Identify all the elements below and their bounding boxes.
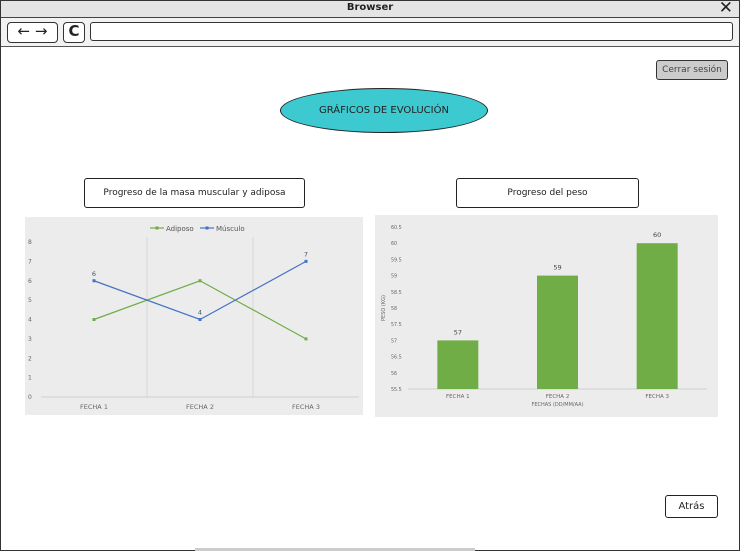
y-tick-label: 59 [391, 274, 397, 280]
browser-window: Browser ✕ ← → C Cerrar sesión GRÁFICOS D… [0, 0, 740, 551]
data-label: 6 [92, 270, 96, 278]
back-arrow-icon[interactable]: ← [18, 22, 31, 40]
y-tick-label: 5 [28, 297, 32, 304]
page-title: GRÁFICOS DE EVOLUCIÓN [280, 88, 488, 133]
x-tick-label: FECHA 1 [80, 403, 108, 411]
bar [636, 243, 678, 389]
data-label: 60 [653, 231, 661, 239]
y-tick-label: 58.5 [391, 290, 402, 296]
y-tick-label: 57 [391, 338, 397, 344]
y-tick-label: 3 [28, 336, 32, 343]
x-tick-label: FECHA 1 [446, 394, 470, 400]
y-tick-label: 4 [28, 317, 32, 324]
bar [437, 340, 479, 389]
x-tick-label: FECHA 2 [186, 403, 214, 411]
y-tick-label: 1 [28, 375, 32, 382]
muscle-chart-title: Progreso de la masa muscular y adiposa [84, 178, 305, 208]
data-label: 4 [198, 309, 202, 317]
y-tick-label: 57.5 [391, 322, 402, 328]
y-tick-label: 56 [391, 371, 397, 377]
series-point [304, 259, 308, 263]
x-tick-label: FECHA 3 [292, 403, 320, 411]
y-tick-label: 60 [391, 241, 397, 247]
legend-label: Adiposo [166, 225, 194, 233]
series-point [198, 318, 202, 321]
back-button[interactable]: Atrás [665, 495, 718, 518]
y-tick-label: 59.5 [391, 257, 402, 263]
title-bar: Browser ✕ [1, 0, 739, 18]
history-nav-button[interactable]: ← → [7, 22, 58, 43]
series-point [92, 279, 96, 283]
y-tick-label: 7 [28, 258, 32, 265]
address-bar[interactable] [90, 22, 733, 41]
series-point [92, 318, 96, 321]
x-axis-title: FECHAS (DD/MM/AA) [531, 402, 583, 408]
y-tick-label: 6 [28, 278, 32, 285]
window-title: Browser [346, 2, 394, 13]
bar-chart-svg: 55.5 56 56.5 57 57.5 58 58.5 59 59.5 60 60.5 57 FECH… [381, 225, 707, 408]
reload-icon[interactable]: C [63, 22, 85, 43]
browser-toolbar: ← → C [1, 18, 739, 47]
series-point [198, 279, 202, 283]
y-tick-label: 58 [391, 306, 397, 312]
data-label: 59 [553, 264, 561, 272]
horizontal-scrollbar[interactable] [195, 548, 475, 551]
y-tick-label: 0 [28, 394, 32, 401]
muscle-fat-line-chart: 0 1 2 3 4 5 6 7 8 FECHA 1 FECHA 2 FECHA 3 6 4 7 Adiposo… [25, 217, 363, 415]
y-tick-label: 55.5 [391, 387, 402, 393]
x-tick-label: FECHA 2 [546, 394, 570, 400]
y-axis-title: PESO (KG) [381, 295, 387, 321]
forward-arrow-icon[interactable]: → [35, 22, 48, 40]
bar [537, 275, 578, 389]
x-tick-label: FECHA 3 [645, 394, 669, 400]
close-icon[interactable]: ✕ [719, 0, 733, 18]
y-tick-label: 56.5 [391, 355, 402, 361]
legend-label: Músculo [216, 225, 245, 233]
legend-marker [205, 226, 209, 230]
y-tick-label: 8 [28, 239, 32, 246]
legend-marker [155, 226, 159, 230]
data-label: 57 [454, 328, 462, 336]
data-label: 7 [304, 250, 308, 258]
y-tick-label: 60.5 [391, 225, 402, 231]
weight-bar-chart: 55.5 56 56.5 57 57.5 58 58.5 59 59.5 60 60.5 57 FECH… [375, 215, 718, 417]
series-point [304, 337, 308, 341]
logout-button[interactable]: Cerrar sesión [656, 60, 728, 80]
weight-chart-title: Progreso del peso [456, 178, 639, 208]
line-chart-svg: 0 1 2 3 4 5 6 7 8 FECHA 1 FECHA 2 FECHA 3 6 4 7 Adiposo… [28, 225, 359, 411]
y-tick-label: 2 [28, 355, 32, 362]
